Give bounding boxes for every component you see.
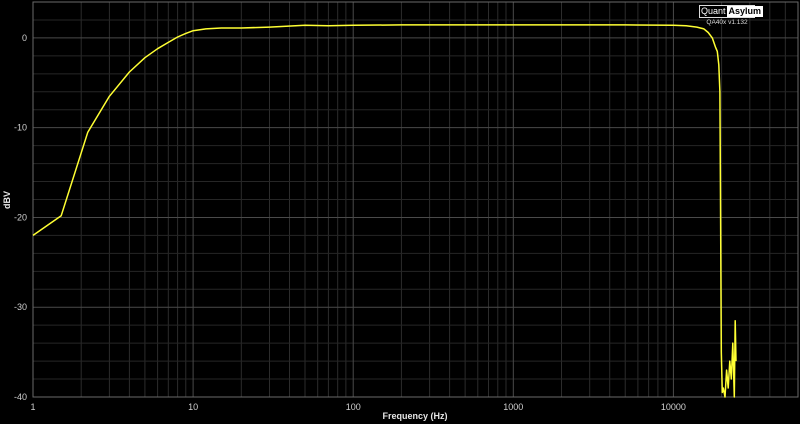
x-axis-label: Frequency (Hz) xyxy=(382,411,447,421)
version-label: QA40x v1.132 xyxy=(706,19,748,26)
y-tick-label: 0 xyxy=(22,33,27,43)
logo-brand-right: Asylum xyxy=(726,6,764,17)
logo-brand-left: Quant xyxy=(700,6,727,17)
y-tick-label: -20 xyxy=(14,212,27,222)
y-axis-label: dBV xyxy=(2,191,12,209)
x-tick-label: 10000 xyxy=(661,402,686,412)
y-tick-label: -30 xyxy=(14,302,27,312)
x-tick-label: 1000 xyxy=(503,402,523,412)
logo-box: Quant Asylum xyxy=(699,5,764,18)
y-tick-label: -40 xyxy=(14,392,27,402)
plot-background xyxy=(0,0,800,424)
x-tick-label: 100 xyxy=(346,402,361,412)
x-tick-label: 1 xyxy=(30,402,35,412)
y-tick-label: -10 xyxy=(14,123,27,133)
quantasylum-logo: Quant Asylum QA40x v1.132 xyxy=(699,5,764,26)
x-tick-label: 10 xyxy=(188,402,198,412)
frequency-response-chart: 0 -10 -20 -30 -40 1 10 100 1000 10000 Frequency … xyxy=(0,0,800,424)
